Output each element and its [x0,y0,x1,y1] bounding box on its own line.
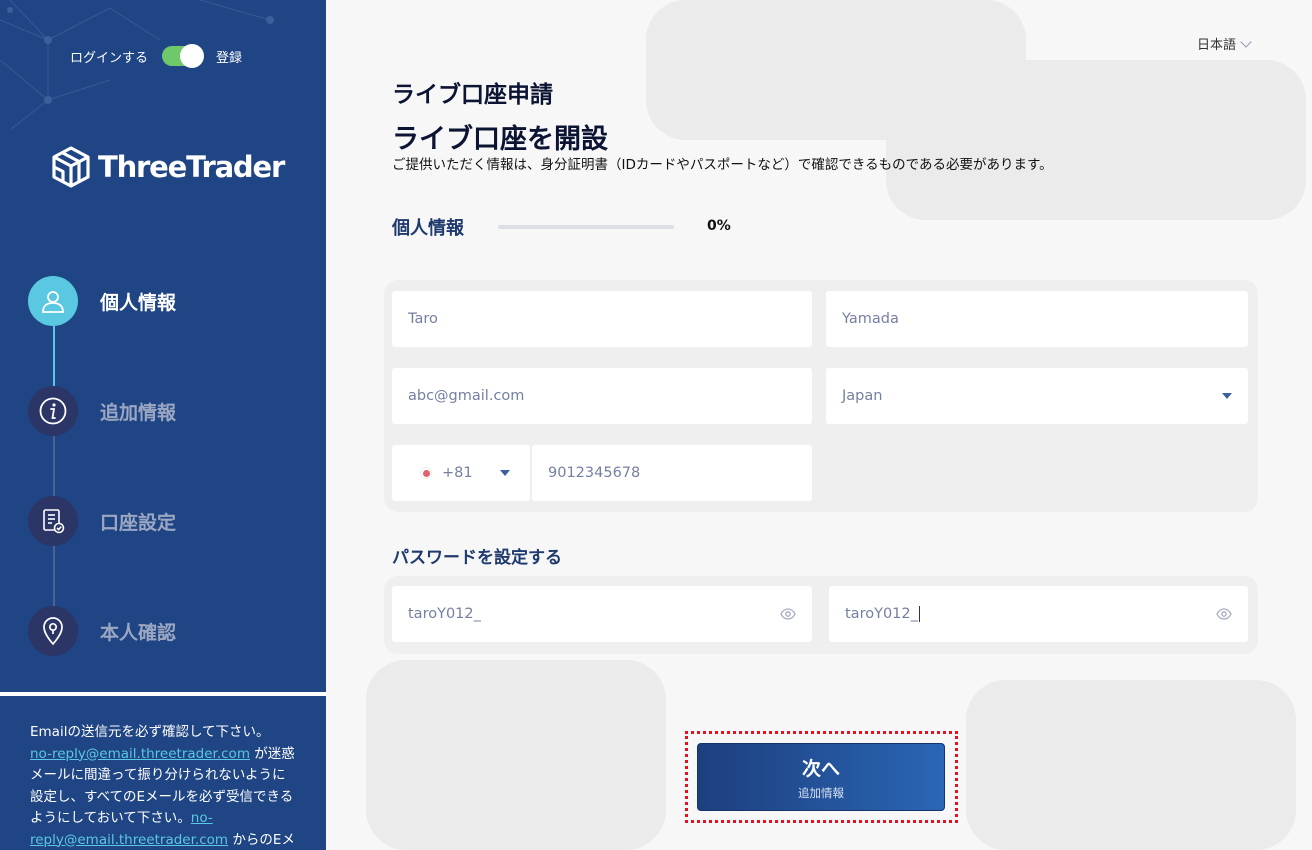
sidebar: ログインする 登録 ThreeTrader 個人情報 追加情報 口座設定 本人確… [0,0,326,850]
step-personal-info[interactable]: 個人情報 [28,276,176,326]
next-button[interactable]: 次へ 追加情報 [697,743,945,811]
confirm-password-field[interactable]: taroY012_ [829,586,1248,642]
section-title: 個人情報 [392,218,464,239]
notice-email-link[interactable]: no-reply@email.threetrader.com [30,746,250,762]
notice-line1: Emailの送信元を必ず確認して下さい。 [30,724,270,740]
email-value: abc@gmail.com [408,388,525,404]
toggle-knob [180,44,205,68]
language-selector[interactable]: 日本語 [1196,34,1252,53]
password-section-title: パスワードを設定する [392,548,562,568]
chevron-down-icon [1240,35,1252,48]
network-pattern [0,0,274,131]
auth-toggle-row: ログインする 登録 [70,44,242,68]
main-content: 日本語 ライブ口座申請 ライブ口座を開設 ご提供いただく情報は、身分証明書（ID… [326,0,1312,850]
password-value: taroY012_ [408,606,481,622]
step-circle [28,276,78,326]
step-connector [53,436,55,496]
login-label[interactable]: ログインする [70,47,148,66]
step-label: 本人確認 [100,621,177,644]
step-account-settings[interactable]: 口座設定 [28,496,176,546]
location-lock-icon [43,617,63,646]
japan-flag-icon [420,467,432,479]
page-heading: ライブ口座を開設 [392,124,608,155]
bg-decoration [966,680,1296,850]
page-subtitle: ご提供いただく情報は、身分証明書（IDカードやパスポートなど）で確認できるもので… [392,157,1053,173]
step-connector [53,546,55,606]
phone-number-field[interactable]: 9012345678 [532,445,812,501]
country-value: Japan [842,388,883,404]
brand-logo[interactable]: ThreeTrader [50,145,285,189]
last-name-value: Yamada [842,311,899,327]
progress-bar [498,225,674,229]
user-icon [42,291,64,313]
text-cursor [918,606,920,622]
confirm-password-value: taroY012_ [845,606,918,622]
document-check-icon [43,509,65,534]
step-identity-verification[interactable]: 本人確認 [28,606,176,656]
password-form: taroY012_ taroY012_ [384,576,1258,654]
step-circle [28,606,78,656]
caret-down-icon [500,470,510,476]
brand-name: ThreeTrader [98,150,285,184]
eye-icon[interactable] [780,608,796,620]
last-name-field[interactable]: Yamada [826,291,1248,347]
step-connector [53,326,55,386]
threetrader-logo-icon [52,146,90,188]
step-additional-info[interactable]: 追加情報 [28,386,176,436]
step-label: 追加情報 [100,401,177,424]
next-button-label: 次へ [801,757,840,780]
phone-code-value: +81 [442,465,473,481]
caret-down-icon [1222,393,1232,399]
email-notice: Emailの送信元を必ず確認して下さい。 no-reply@email.thre… [0,692,326,850]
progress-percent: 0% [707,218,731,234]
step-label: 口座設定 [100,511,177,534]
bg-decoration [366,660,666,850]
first-name-value: Taro [408,311,438,327]
personal-info-form: Taro Yamada abc@gmail.com Japan +81 9012… [384,280,1258,512]
step-label: 個人情報 [100,291,177,314]
notice-text-tail: からのEメ [228,831,295,848]
register-label[interactable]: 登録 [216,47,242,66]
phone-code-select[interactable]: +81 [392,445,530,501]
auth-toggle-switch[interactable] [162,44,205,68]
step-circle [28,386,78,436]
eye-icon[interactable] [1216,608,1232,620]
step-circle [28,496,78,546]
phone-number-value: 9012345678 [548,465,641,481]
email-field[interactable]: abc@gmail.com [392,368,812,424]
next-button-sublabel: 追加情報 [798,785,844,800]
page-title: ライブ口座申請 [392,82,553,108]
country-select[interactable]: Japan [826,368,1248,424]
language-label: 日本語 [1196,38,1236,53]
password-field[interactable]: taroY012_ [392,586,812,642]
info-icon [39,397,67,425]
bg-decoration [886,60,1306,220]
first-name-field[interactable]: Taro [392,291,812,347]
